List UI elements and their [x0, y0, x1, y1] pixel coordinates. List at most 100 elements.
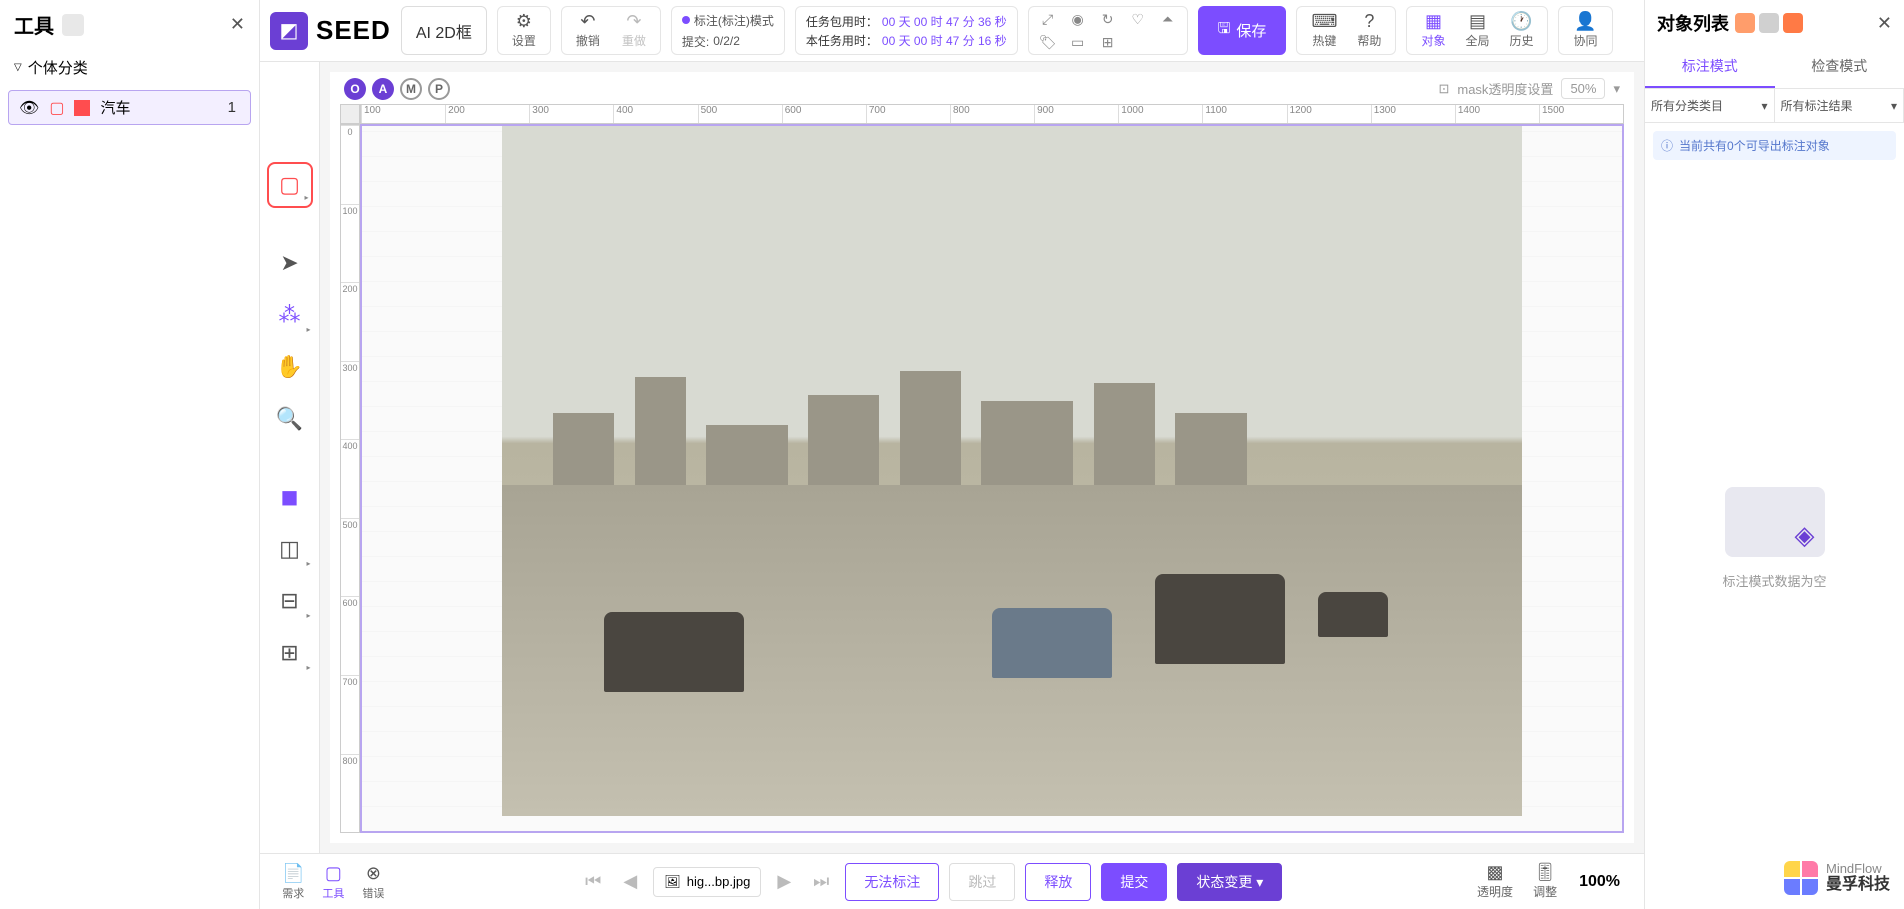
export-notice: ⓘ 当前共有0个可导出标注对象 [1653, 131, 1896, 160]
quick-icon[interactable] [1157, 34, 1179, 51]
bottom-tabs: 📄需求 ▢工具 ⊗错误 [274, 859, 392, 905]
zoom-tool[interactable]: 🔍 [267, 396, 313, 442]
hotkey-button[interactable]: ⌨热键 [1301, 10, 1347, 51]
nav-prev-icon[interactable]: ◀ [617, 867, 643, 896]
quick-icon[interactable]: ↻ [1097, 11, 1119, 28]
filter-category[interactable]: 所有分类类目▾ [1645, 89, 1775, 122]
right-panel-filters: 所有分类类目▾ 所有标注结果▾ [1645, 89, 1904, 123]
close-icon[interactable]: ✕ [1877, 13, 1892, 34]
category-toggle[interactable]: ▽ 个体分类 [0, 49, 259, 86]
release-button[interactable]: 释放 [1025, 863, 1091, 901]
redo-button[interactable]: ↷ 重做 [616, 10, 652, 51]
left-panel-header: 工具 ✕ [0, 0, 259, 49]
quick-icon[interactable]: ♡ [1127, 11, 1149, 28]
canvas[interactable] [360, 124, 1624, 833]
split-h-tool[interactable]: ⊟▸ [267, 578, 313, 624]
quick-icon[interactable] [1127, 34, 1149, 51]
tab-tool[interactable]: ▢工具 [314, 859, 352, 905]
fill-tool[interactable]: ◼ [267, 474, 313, 520]
mode-info: 标注(标注)模式 提交:0/2/2 [671, 6, 785, 55]
global-button[interactable]: ▤全局 [1455, 10, 1499, 51]
ruler-corner [340, 104, 360, 124]
bottom-bar: 📄需求 ▢工具 ⊗错误 ⏮ ◀ 🖼 hig...bp.jpg ▶ ⏭ 无法标注 … [260, 853, 1644, 909]
ai-mode-badge[interactable]: AI 2D框 [401, 6, 487, 55]
quick-icon[interactable]: 🏷 [1037, 34, 1059, 51]
right-panel-header: 对象列表 ✕ [1645, 0, 1904, 46]
multi-select-tool[interactable]: ⁂▸ [267, 292, 313, 338]
eye-icon[interactable]: 👁 [19, 98, 39, 118]
badge-m[interactable]: M [400, 78, 422, 100]
quick-icon[interactable]: ▭ [1067, 34, 1089, 51]
help-button[interactable]: ?帮助 [1347, 10, 1391, 51]
collab-button[interactable]: 👤协同 [1563, 10, 1607, 51]
objects-button[interactable]: ▦对象 [1411, 10, 1455, 51]
badge-o[interactable]: O [344, 78, 366, 100]
info-icon: ⓘ [1661, 137, 1673, 154]
opacity-button[interactable]: ▩透明度 [1469, 861, 1521, 902]
file-chip[interactable]: 🖼 hig...bp.jpg [653, 867, 761, 897]
close-icon[interactable]: ✕ [230, 14, 245, 35]
bbox-icon: ▢ [49, 98, 64, 118]
quick-icon[interactable]: ⏶ [1157, 11, 1179, 28]
mask-opacity-control[interactable]: ⊡ mask透明度设置 50% ▾ [1438, 78, 1620, 99]
grid-tool[interactable]: ⊞▸ [267, 630, 313, 676]
class-item-car[interactable]: 👁 ▢ 汽车 1 [8, 90, 251, 125]
undo-button[interactable]: ↶ 撤销 [570, 10, 606, 51]
status-change-button[interactable]: 状态变更 ▾ [1177, 863, 1282, 901]
tab-inspect-mode[interactable]: 检查模式 [1775, 46, 1904, 88]
pointer-tool[interactable]: ➤ [267, 240, 313, 286]
settings-button[interactable]: ⚙ 设置 [506, 10, 542, 51]
quick-icon[interactable]: ⊞ [1097, 34, 1119, 51]
logo[interactable]: ◩ SEED [270, 6, 391, 55]
hand-tool[interactable]: ✋ [267, 344, 313, 390]
submit-label: 提交: [682, 33, 709, 50]
timer-info: 任务包用时：00 天 00 时 47 分 36 秒 本任务用时：00 天 00 … [795, 6, 1018, 55]
view-group: ▦对象 ▤全局 🕐历史 [1406, 6, 1548, 55]
panel-icon-2[interactable] [1759, 13, 1779, 33]
timer1-label: 任务包用时： [806, 13, 878, 30]
quick-icon[interactable]: ◉ [1067, 11, 1089, 28]
history-button[interactable]: 🕐历史 [1499, 10, 1543, 51]
chevron-down-icon: ▾ [1613, 81, 1620, 97]
adjust-button[interactable]: 🎚调整 [1525, 861, 1565, 902]
copy-icon[interactable] [62, 14, 84, 36]
tab-error[interactable]: ⊗错误 [354, 859, 392, 905]
adjust-icon: 🎚 [1534, 863, 1557, 881]
tab-annotate-mode[interactable]: 标注模式 [1645, 46, 1775, 88]
cant-annotate-button[interactable]: 无法标注 [845, 863, 939, 901]
filter-result[interactable]: 所有标注结果▾ [1775, 89, 1904, 122]
submit-button[interactable]: 提交 [1101, 863, 1167, 901]
badge-p[interactable]: P [428, 78, 450, 100]
quick-icon[interactable]: ⤢ [1037, 11, 1059, 28]
tab-requirement[interactable]: 📄需求 [274, 859, 312, 905]
top-toolbar: ◩ SEED AI 2D框 ⚙ 设置 ↶ 撤销 ↷ 重做 标注(标注)模式 提交… [260, 0, 1644, 62]
class-count: 1 [228, 99, 240, 116]
save-button[interactable]: 🖫 保存 [1198, 6, 1287, 55]
annotation-image[interactable] [502, 126, 1522, 816]
logo-text: SEED [316, 15, 391, 46]
zoom-value[interactable]: 100% [1569, 873, 1630, 891]
chevron-down-icon: ▾ [1891, 99, 1897, 113]
nav-next-icon[interactable]: ▶ [771, 867, 797, 896]
panel-icon-3[interactable] [1783, 13, 1803, 33]
nav-last-icon[interactable]: ⏭ [807, 867, 835, 896]
notice-text: 当前共有0个可导出标注对象 [1679, 137, 1830, 154]
nav-first-icon[interactable]: ⏮ [579, 867, 607, 896]
chevron-down-icon: ▾ [1256, 874, 1263, 890]
mask-value[interactable]: 50% [1561, 78, 1605, 99]
opacity-icon: ▩ [1487, 863, 1504, 881]
image-icon: 🖼 [664, 874, 681, 890]
split-v-tool[interactable]: ◫▸ [267, 526, 313, 572]
bbox-tool[interactable]: ▢▸ [267, 162, 313, 208]
skip-button[interactable]: 跳过 [949, 863, 1015, 901]
brand-logo-icon [1784, 861, 1818, 895]
badge-a[interactable]: A [372, 78, 394, 100]
error-icon: ⊗ [366, 863, 381, 884]
class-name: 汽车 [100, 97, 217, 118]
clock-icon: 🕐 [1510, 12, 1532, 30]
brand-cn: 曼孚科技 [1826, 876, 1890, 894]
panel-icon-1[interactable] [1735, 13, 1755, 33]
save-label: 保存 [1236, 20, 1266, 41]
workspace: ▢▸ ➤ ⁂▸ ✋ 🔍 ◼ ◫▸ ⊟▸ ⊞▸ O A M P ⊡ mask透明度… [260, 62, 1644, 853]
canvas-wrap: O A M P ⊡ mask透明度设置 50% ▾ 10020030040050… [330, 72, 1634, 843]
